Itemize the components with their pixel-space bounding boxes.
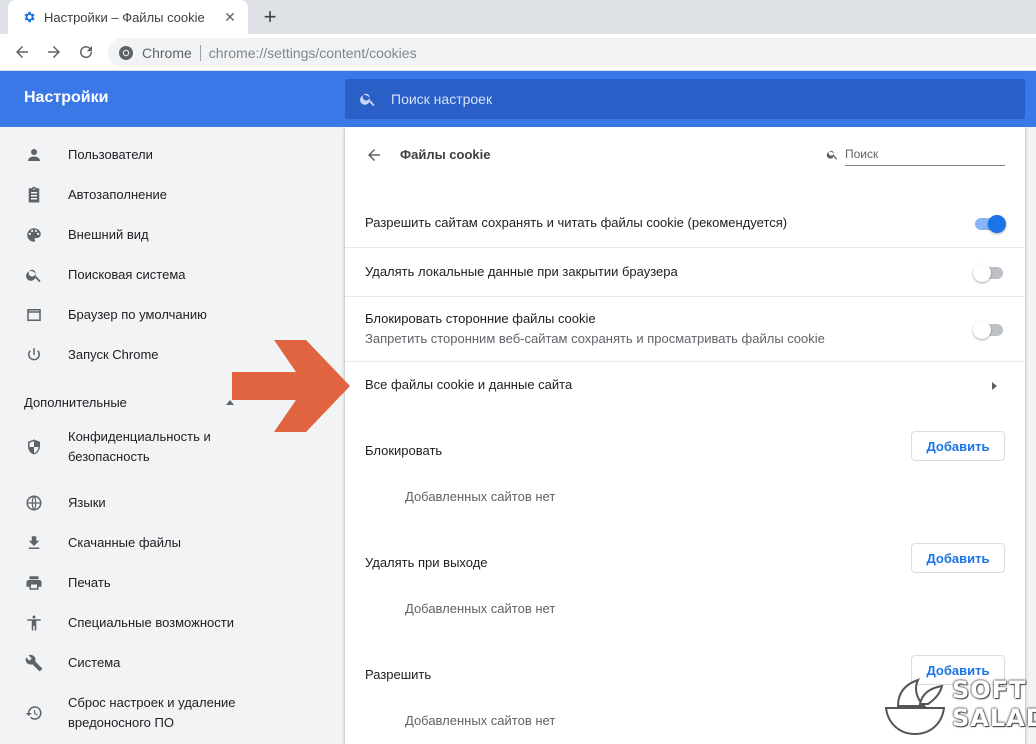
sidebar-item-printing[interactable]: Печать — [0, 563, 345, 603]
back-arrow-icon[interactable] — [10, 40, 34, 64]
section-title-allow: Разрешить — [365, 667, 432, 682]
cookies-settings-card: Файлы cookie Поиск Разрешить сайтам сохр… — [345, 127, 1025, 744]
sidebar-item-label: Языки — [68, 495, 106, 510]
sidebar-item-accessibility[interactable]: Специальные возможности — [0, 603, 345, 643]
settings-search-input[interactable]: Поиск настроек — [345, 79, 1025, 119]
shield-icon — [24, 437, 44, 457]
restore-icon — [24, 703, 44, 723]
toolbar: Chrome chrome://settings/content/cookies — [0, 34, 1036, 71]
sidebar-item-appearance[interactable]: Внешний вид — [0, 215, 345, 255]
setting-label: Блокировать сторонние файлы cookie — [365, 311, 596, 326]
search-icon — [359, 90, 377, 108]
sidebar-item-label: Внешний вид — [68, 227, 149, 242]
sidebar-item-label: Запуск Chrome — [68, 347, 159, 362]
all-cookies-link-row[interactable]: Все файлы cookie и данные сайта — [345, 361, 1025, 409]
watermark-text-soft: SOFT — [952, 676, 1027, 704]
sidebar-item-search-engine[interactable]: Поисковая система — [0, 255, 345, 295]
section-title-block: Блокировать — [365, 443, 443, 458]
setting-row-clear-on-exit[interactable]: Удалять локальные данные при закрытии бр… — [345, 247, 1025, 296]
page-title: Настройки — [24, 89, 109, 106]
setting-row-block-third-party[interactable]: Блокировать сторонние файлы cookie Запре… — [345, 296, 1025, 361]
watermark-text-salad: SALAD — [952, 704, 1036, 732]
setting-sublabel: Запретить сторонним веб-сайтам сохранять… — [365, 331, 825, 346]
browser-window-icon — [24, 305, 44, 325]
power-icon — [24, 345, 44, 365]
setting-label: Удалять локальные данные при закрытии бр… — [365, 264, 678, 279]
section-title-clear-on-exit: Удалять при выходе — [365, 555, 488, 570]
sidebar: Пользователи Автозаполнение Внешний вид … — [0, 127, 345, 744]
palette-icon — [24, 225, 44, 245]
sidebar-item-label: Конфиденциальность и безопасность — [68, 429, 211, 464]
sidebar-item-users[interactable]: Пользователи — [0, 135, 345, 175]
sidebar-item-languages[interactable]: Языки — [0, 483, 345, 523]
close-icon[interactable]: ✕ — [222, 9, 238, 25]
forward-arrow-icon[interactable] — [42, 40, 66, 64]
block-third-party-toggle[interactable] — [973, 321, 1005, 339]
settings-header: Настройки Поиск настроек — [0, 71, 1036, 127]
sidebar-advanced-label: Дополнительные — [24, 395, 127, 410]
tab-settings-cookies[interactable]: Настройки – Файлы cookie ✕ — [8, 0, 248, 34]
person-icon — [24, 145, 44, 165]
softsalad-watermark: SOFT SALAD — [880, 670, 1036, 740]
tab-strip: Настройки – Файлы cookie ✕ + — [0, 0, 1036, 34]
sidebar-item-reset[interactable]: Сброс настроек и удаление вредоносного П… — [0, 689, 345, 737]
reload-icon[interactable] — [74, 40, 98, 64]
printer-icon — [24, 573, 44, 593]
address-bar[interactable]: Chrome chrome://settings/content/cookies — [108, 38, 1036, 67]
accessibility-icon — [24, 613, 44, 633]
url-path: settings/content/cookies — [267, 44, 417, 61]
setting-row-allow-cookies[interactable]: Разрешить сайтам сохранять и читать файл… — [345, 199, 1025, 247]
sidebar-item-label: Печать — [68, 575, 111, 590]
sidebar-item-label: Специальные возможности — [68, 615, 234, 630]
sidebar-item-label: Скачанные файлы — [68, 535, 181, 550]
sidebar-item-label: Пользователи — [68, 147, 153, 162]
sidebar-item-label: Поисковая система — [68, 267, 186, 282]
omnibox-chip: Chrome — [142, 44, 192, 61]
add-block-button[interactable]: Добавить — [911, 431, 1005, 461]
subpage-title: Файлы cookie — [400, 147, 491, 162]
chrome-logo-icon — [118, 45, 134, 61]
search-icon — [826, 148, 840, 162]
add-clear-on-exit-button[interactable]: Добавить — [911, 543, 1005, 573]
empty-list-note: Добавленных сайтов нет — [405, 489, 556, 504]
chevron-right-icon — [992, 382, 997, 390]
all-cookies-link[interactable]: Все файлы cookie и данные сайта — [365, 377, 572, 392]
sidebar-item-label: Автозаполнение — [68, 187, 168, 202]
setting-label: Разрешить сайтам сохранять и читать файл… — [365, 215, 788, 230]
clipboard-icon — [24, 185, 44, 205]
sidebar-item-system[interactable]: Система — [0, 643, 345, 683]
wrench-icon — [24, 653, 44, 673]
search-icon — [24, 265, 44, 285]
back-arrow-icon[interactable] — [363, 144, 385, 166]
clear-on-exit-toggle[interactable] — [973, 264, 1005, 282]
new-tab-button[interactable]: + — [258, 5, 282, 29]
subpage-search-placeholder: Поиск — [845, 144, 1005, 166]
search-placeholder: Поиск настроек — [391, 91, 493, 107]
download-icon — [24, 533, 44, 553]
subpage-search-input[interactable]: Поиск — [826, 144, 1005, 166]
annotation-arrow — [232, 340, 350, 432]
url-scheme: chrome:// — [208, 44, 268, 61]
watermark-bowl-icon — [884, 678, 946, 736]
sidebar-item-label: Сброс настроек и удаление вредоносного П… — [68, 695, 236, 730]
sidebar-item-label: Браузер по умолчанию — [68, 307, 207, 322]
empty-list-note: Добавленных сайтов нет — [405, 713, 556, 728]
sidebar-item-label: Система — [68, 655, 121, 670]
tab-title: Настройки – Файлы cookie — [44, 9, 205, 25]
sidebar-item-default-browser[interactable]: Браузер по умолчанию — [0, 295, 345, 335]
globe-icon — [24, 493, 44, 513]
omnibox-separator — [199, 44, 201, 61]
sidebar-advanced-toggle[interactable]: Дополнительные — [24, 395, 234, 410]
sidebar-item-downloads[interactable]: Скачанные файлы — [0, 523, 345, 563]
allow-cookies-toggle[interactable] — [973, 215, 1006, 233]
gear-icon — [22, 10, 36, 24]
sidebar-item-autofill[interactable]: Автозаполнение — [0, 175, 345, 215]
empty-list-note: Добавленных сайтов нет — [405, 601, 556, 616]
card-header: Файлы cookie Поиск — [345, 127, 1025, 183]
